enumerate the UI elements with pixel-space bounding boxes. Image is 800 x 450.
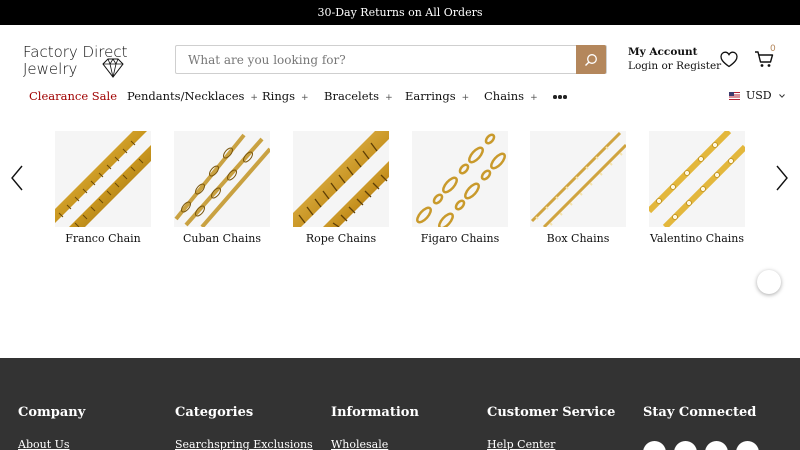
announcement-text: 30-Day Returns on All Orders (317, 6, 483, 19)
search-button[interactable] (576, 45, 606, 74)
expand-plus-icon[interactable]: + (301, 93, 309, 103)
account-link[interactable]: My Account Login or Register (628, 45, 721, 73)
logo-line-2: Jewelry (23, 60, 78, 78)
announcement-bar: 30-Day Returns on All Orders (0, 0, 800, 25)
nav-item-earrings[interactable]: Earrings + (405, 89, 469, 103)
carousel-item-figaro-chains[interactable]: Figaro Chains (412, 131, 508, 245)
nav-item-label: Rings (262, 89, 296, 103)
carousel-item-label[interactable]: Cuban Chains (154, 232, 290, 245)
nav-item-label: Bracelets (324, 89, 380, 103)
search-bar (175, 45, 607, 74)
carousel-item-rope-chains[interactable]: Rope Chains (293, 131, 389, 245)
expand-plus-icon[interactable]: + (530, 93, 538, 103)
expand-plus-icon[interactable]: + (385, 93, 393, 103)
footer-heading: Customer Service (487, 405, 616, 420)
search-input[interactable] (176, 46, 578, 73)
figaro-chain-image[interactable] (412, 131, 508, 227)
nav-item-rings[interactable]: Rings + (262, 89, 309, 103)
nav-item-pendants-necklaces[interactable]: Pendants/Necklaces + (127, 89, 258, 103)
nav-item-label: Chains (484, 89, 525, 103)
pinterest-icon[interactable] (705, 441, 728, 450)
main-nav: Clearance Sale Pendants/Necklaces + Rings… (0, 86, 800, 106)
footer-heading: Categories (175, 405, 254, 420)
nav-item-label: Clearance Sale (29, 89, 118, 103)
search-icon (585, 53, 597, 66)
nav-item-chains[interactable]: Chains + (484, 89, 538, 103)
diamond-icon (102, 58, 124, 78)
footer-heading: Information (331, 405, 419, 420)
heart-icon[interactable] (720, 51, 738, 68)
carousel-item-label[interactable]: Figaro Chains (392, 232, 528, 245)
footer-link[interactable]: Help Center (487, 438, 555, 450)
nav-item-clearance-sale[interactable]: Clearance Sale (29, 89, 117, 103)
footer-column-categories: Categories Searchspring Exclusions (175, 405, 313, 450)
footer-column-information: Information Wholesale (331, 405, 419, 450)
us-flag-icon (729, 91, 740, 100)
footer-column-stay-connected: Stay Connected (643, 405, 756, 420)
chevron-left-icon[interactable] (10, 165, 24, 191)
carousel-item-cuban-chains[interactable]: Cuban Chains (174, 131, 270, 245)
social-links (643, 441, 759, 450)
account-title: My Account (628, 46, 698, 58)
footer-link[interactable]: About Us (18, 438, 70, 450)
more-dots-icon[interactable] (553, 95, 567, 99)
login-register-link[interactable]: Login or Register (628, 59, 721, 73)
nav-item-label: Earrings (405, 89, 456, 103)
carousel-item-label[interactable]: Valentino Chains (629, 232, 765, 245)
chevron-down-icon (778, 93, 785, 98)
footer-link[interactable]: Searchspring Exclusions (175, 438, 313, 450)
floating-chat-button[interactable] (757, 270, 781, 294)
facebook-icon[interactable] (643, 441, 666, 450)
footer-heading: Company (18, 405, 86, 420)
carousel-item-label[interactable]: Franco Chain (35, 232, 171, 245)
footer-column-customer-service: Customer Service Help Center (487, 405, 616, 450)
footer-heading: Stay Connected (643, 405, 757, 420)
currency-label: USD (746, 89, 772, 102)
carousel-item-franco-chain[interactable]: Franco Chain (55, 131, 151, 245)
carousel-item-box-chains[interactable]: Box Chains (530, 131, 626, 245)
expand-plus-icon[interactable]: + (462, 93, 470, 103)
site-logo[interactable]: Factory Direct Jewelry (23, 43, 143, 79)
chevron-right-icon[interactable] (775, 165, 789, 191)
footer-link[interactable]: Wholesale (331, 438, 388, 450)
expand-plus-icon[interactable]: + (250, 93, 258, 103)
rope-chain-image[interactable] (293, 131, 389, 227)
cart-count-badge: 0 (770, 44, 776, 54)
currency-selector[interactable]: USD (729, 89, 785, 102)
franco-chain-image[interactable] (55, 131, 151, 227)
carousel-item-label[interactable]: Rope Chains (273, 232, 409, 245)
carousel-item-valentino-chains[interactable]: Valentino Chains (649, 131, 745, 245)
cuban-chain-image[interactable] (174, 131, 270, 227)
carousel-item-label[interactable]: Box Chains (510, 232, 646, 245)
valentino-chain-image[interactable] (649, 131, 745, 227)
footer-column-company: Company About Us (18, 405, 86, 450)
site-footer: Company About Us Categories Searchspring… (0, 358, 800, 450)
instagram-icon[interactable] (736, 441, 759, 450)
nav-item-bracelets[interactable]: Bracelets + (324, 89, 393, 103)
box-chain-image[interactable] (530, 131, 626, 227)
twitter-icon[interactable] (674, 441, 697, 450)
nav-item-label: Pendants/Necklaces (127, 89, 245, 103)
